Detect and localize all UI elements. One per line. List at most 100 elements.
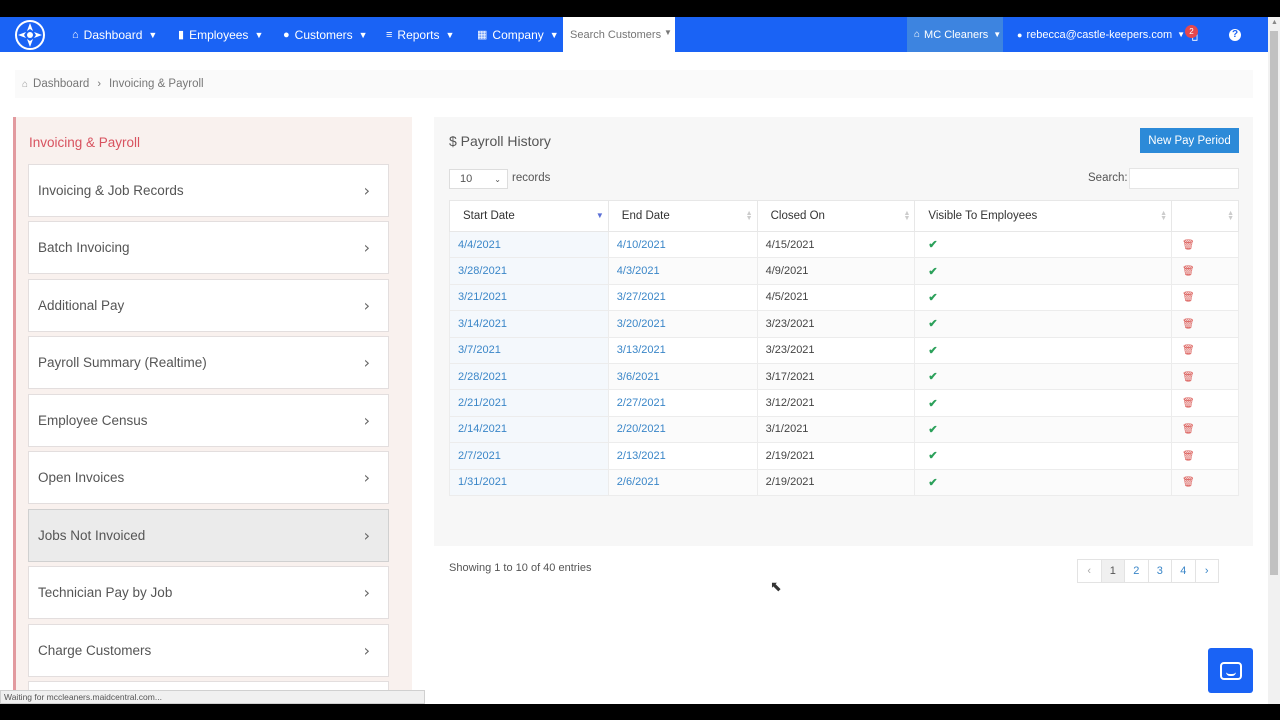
column-closed-on[interactable]: Closed On ▲ ▼ [756, 200, 916, 232]
sidebar-item-jobs-not-invoiced[interactable]: Jobs Not Invoiced › [28, 509, 389, 562]
trash-icon[interactable]: 🗑 [1182, 477, 1195, 488]
nav-customers[interactable]: ● Customers ▼ [283, 17, 368, 52]
column-visible-to-employees[interactable]: Visible To Employees ▲ ▼ [914, 200, 1173, 232]
start-date-link[interactable]: 2/28/2021 [449, 362, 609, 391]
trash-icon[interactable]: 🗑 [1182, 266, 1195, 277]
pagination-prev[interactable]: ‹ [1077, 559, 1102, 583]
trash-icon[interactable]: 🗑 [1182, 372, 1195, 383]
closed-on-cell: 4/9/2021 [756, 257, 916, 285]
check-icon: ✔ [928, 450, 938, 463]
visible-cell: ✔ [914, 362, 1173, 391]
sidebar-item-technician-pay[interactable]: Technician Pay by Job › [28, 566, 389, 619]
sidebar-item-open-invoices[interactable]: Open Invoices › [28, 451, 389, 504]
browser-status-bar: Waiting for mccleaners.maidcentral.com..… [0, 690, 425, 704]
chevron-right-icon: › [363, 641, 370, 660]
trash-icon[interactable]: 🗑 [1182, 319, 1195, 330]
scroll-up-icon[interactable]: ▲ [1271, 19, 1278, 26]
table-row: 2/7/2021 2/13/2021 2/19/2021 ✔ 🗑 [449, 442, 1239, 470]
end-date-link[interactable]: 3/27/2021 [607, 283, 758, 312]
new-pay-period-button[interactable]: New Pay Period [1140, 128, 1239, 153]
mouse-cursor-icon: ⬉ [770, 578, 782, 594]
column-end-date[interactable]: End Date ▲ ▼ [607, 200, 758, 232]
nav-employees-label: Employees [189, 27, 249, 42]
visible-cell: ✔ [914, 310, 1173, 338]
end-date-link[interactable]: 3/13/2021 [607, 336, 758, 364]
table-row: 4/4/2021 4/10/2021 4/15/2021 ✔ 🗑 [449, 230, 1239, 259]
user-menu[interactable]: ● rebecca@castle-keepers.com ▼ [1017, 17, 1185, 52]
sidebar-item-label: Employee Census [38, 413, 148, 428]
trash-icon[interactable]: 🗑 [1182, 451, 1195, 462]
start-date-link[interactable]: 3/28/2021 [449, 257, 609, 285]
customer-search-input[interactable] [563, 17, 675, 52]
closed-on-cell: 2/19/2021 [756, 468, 916, 496]
payroll-history-panel: $ Payroll History New Pay Period 10 ⌄ re… [434, 117, 1253, 583]
sidebar-item-label: Additional Pay [38, 298, 125, 313]
trash-icon[interactable]: 🗑 [1182, 292, 1195, 303]
end-date-link[interactable]: 4/10/2021 [607, 230, 758, 259]
visible-cell: ✔ [914, 442, 1173, 470]
pagination-next[interactable]: › [1194, 559, 1219, 583]
start-date-link[interactable]: 4/4/2021 [449, 230, 609, 259]
chevron-down-icon: ▼ [148, 29, 158, 40]
table-search-input[interactable] [1129, 168, 1239, 189]
start-date-link[interactable]: 2/7/2021 [449, 442, 609, 470]
help-icon[interactable]: ? [1229, 29, 1241, 41]
start-date-link[interactable]: 3/21/2021 [449, 283, 609, 312]
trash-icon[interactable]: 🗑 [1182, 424, 1195, 435]
nav-company[interactable]: ▦ Company ▼ [477, 17, 559, 52]
pagination-page-1[interactable]: 1 [1100, 559, 1125, 583]
start-date-link[interactable]: 2/21/2021 [449, 389, 609, 417]
search-dropdown-icon[interactable]: ▼ [664, 28, 672, 37]
chevron-right-icon: › [363, 583, 370, 602]
trash-icon[interactable]: 🗑 [1182, 398, 1195, 409]
pagination-page-2[interactable]: 2 [1124, 559, 1149, 583]
sidebar-item-label: Charge Customers [38, 643, 152, 658]
end-date-link[interactable]: 3/20/2021 [607, 310, 758, 338]
chevron-right-icon: › [363, 526, 370, 545]
sidebar-item-batch-invoicing[interactable]: Batch Invoicing › [28, 221, 389, 274]
nav-reports[interactable]: ≡ Reports ▼ [386, 17, 454, 52]
end-date-link[interactable]: 2/13/2021 [607, 442, 758, 470]
logo-icon[interactable] [12, 17, 47, 52]
trash-icon[interactable]: 🗑 [1182, 240, 1195, 251]
company-selector[interactable]: ⌂ MC Cleaners ▼ [907, 17, 1003, 52]
start-date-link[interactable]: 3/7/2021 [449, 336, 609, 364]
column-start-date[interactable]: Start Date ▼ [449, 200, 609, 232]
end-date-link[interactable]: 2/20/2021 [607, 415, 758, 444]
table-info: Showing 1 to 10 of 40 entries [449, 562, 592, 574]
column-actions[interactable]: ▲ ▼ [1171, 200, 1239, 232]
pagination-page-4[interactable]: 4 [1171, 559, 1196, 583]
sidebar-item-charge-customers[interactable]: Charge Customers › [28, 624, 389, 677]
start-date-link[interactable]: 2/14/2021 [449, 415, 609, 444]
chevron-down-icon: ▼ [549, 29, 559, 40]
page-title: $ Payroll History [449, 133, 551, 149]
end-date-link[interactable]: 4/3/2021 [607, 257, 758, 285]
chevron-right-icon: › [363, 238, 370, 257]
payroll-history-table: Start Date ▼ End Date ▲ ▼ Closed On ▲ ▼ Visib… [449, 200, 1239, 496]
end-date-link[interactable]: 2/6/2021 [607, 468, 758, 496]
pagination-page-3[interactable]: 3 [1147, 559, 1172, 583]
start-date-link[interactable]: 3/14/2021 [449, 310, 609, 338]
sidebar-item-employee-census[interactable]: Employee Census › [28, 394, 389, 447]
nav-dashboard[interactable]: ⌂ Dashboard ▼ [72, 17, 157, 52]
page-scrollbar[interactable]: ▲ [1268, 17, 1280, 704]
actions-cell: 🗑 [1171, 310, 1239, 338]
actions-cell: 🗑 [1171, 230, 1239, 259]
table-row: 2/28/2021 3/6/2021 3/17/2021 ✔ 🗑 [449, 362, 1239, 391]
sidebar-item-additional-pay[interactable]: Additional Pay › [28, 279, 389, 332]
start-date-link[interactable]: 1/31/2021 [449, 468, 609, 496]
table-row: 2/14/2021 2/20/2021 3/1/2021 ✔ 🗑 [449, 415, 1239, 444]
breadcrumb-dashboard[interactable]: Dashboard [33, 78, 89, 90]
records-per-page-select[interactable]: 10 ⌄ [449, 169, 508, 189]
sidebar-item-payroll-summary[interactable]: Payroll Summary (Realtime) › [28, 336, 389, 389]
end-date-link[interactable]: 2/27/2021 [607, 389, 758, 417]
nav-employees[interactable]: ▮ Employees ▼ [178, 17, 263, 52]
sidebar-item-invoicing-job-records[interactable]: Invoicing & Job Records › [28, 164, 389, 217]
home-icon: ⌂ [22, 78, 29, 90]
end-date-link[interactable]: 3/6/2021 [607, 362, 758, 391]
scrollbar-thumb[interactable] [1270, 31, 1278, 575]
closed-on-cell: 4/15/2021 [756, 230, 916, 259]
trash-icon[interactable]: 🗑 [1182, 345, 1195, 356]
chat-launcher-button[interactable] [1208, 648, 1253, 693]
sidebar-title: Invoicing & Payroll [29, 135, 141, 150]
